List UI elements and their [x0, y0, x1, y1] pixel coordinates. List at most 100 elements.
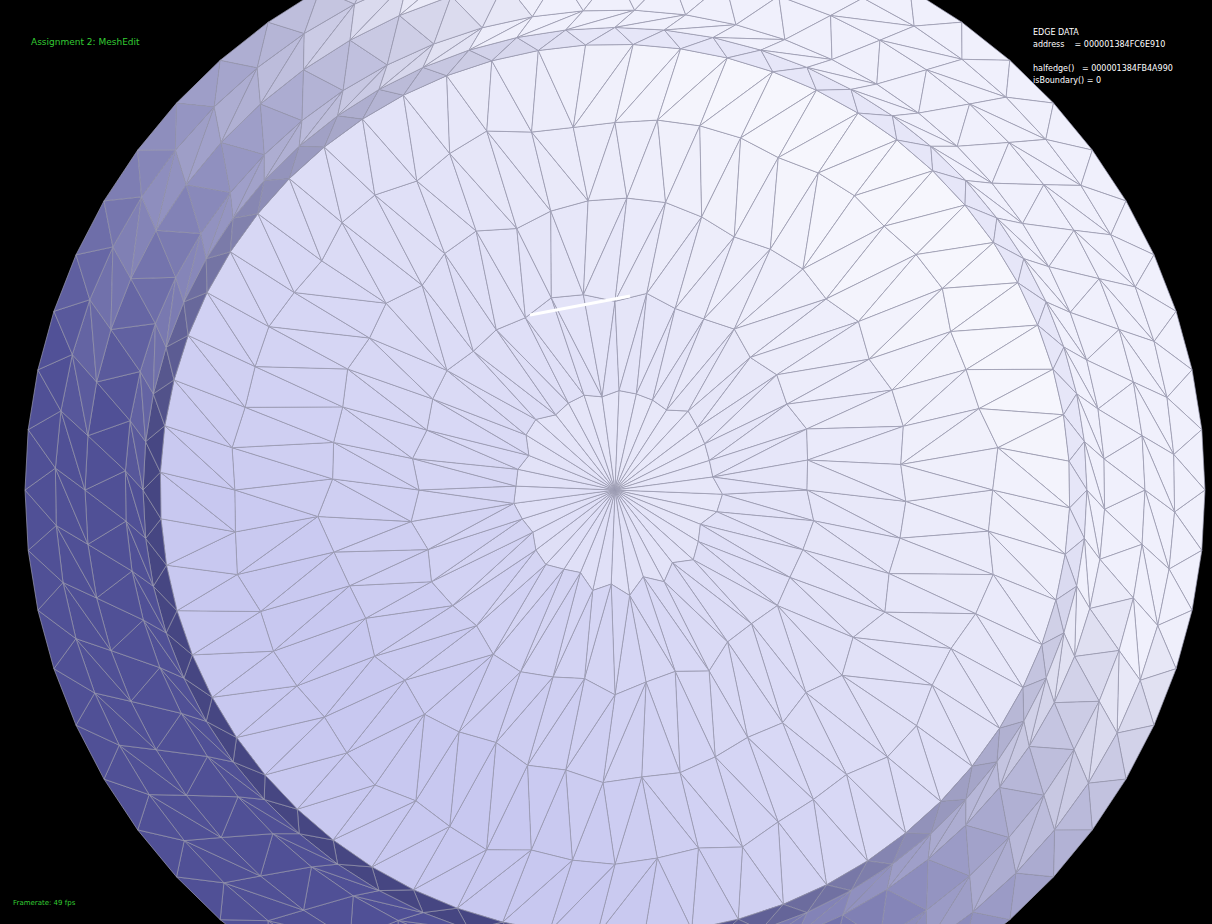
mesh-face[interactable] — [808, 460, 906, 501]
mesh-face[interactable] — [910, 0, 962, 26]
mesh-face[interactable] — [1088, 779, 1126, 830]
mesh-face[interactable] — [642, 682, 680, 777]
mesh-face[interactable] — [76, 247, 113, 300]
mesh-face[interactable] — [138, 150, 176, 197]
mesh-face[interactable] — [232, 442, 334, 479]
mesh-face[interactable] — [973, 873, 1016, 920]
mesh-face[interactable] — [897, 140, 933, 171]
mesh-face[interactable] — [1010, 873, 1054, 920]
mesh-face[interactable] — [843, 890, 887, 924]
mesh-face[interactable] — [941, 766, 972, 801]
mesh-face[interactable] — [1084, 442, 1104, 510]
mesh-face[interactable] — [962, 59, 1010, 97]
mesh-face[interactable] — [635, 0, 686, 15]
mesh-face[interactable] — [692, 919, 739, 924]
mesh-face[interactable] — [875, 910, 926, 924]
mesh-face[interactable] — [304, 0, 354, 34]
mesh-face[interactable] — [492, 51, 539, 133]
mesh-face[interactable] — [1174, 455, 1205, 512]
mesh-face[interactable] — [1104, 459, 1145, 509]
mesh-face[interactable] — [914, 22, 962, 59]
mesh-face[interactable] — [297, 809, 333, 840]
mesh-face[interactable] — [736, 0, 785, 40]
mesh-face[interactable] — [156, 230, 201, 277]
mesh-face[interactable] — [333, 840, 372, 867]
mesh-face[interactable] — [1016, 830, 1055, 877]
mesh-face[interactable] — [177, 841, 224, 883]
mesh-face[interactable] — [993, 448, 1070, 508]
mesh-face[interactable] — [692, 848, 739, 924]
mesh-face[interactable] — [230, 214, 258, 252]
mesh-face[interactable] — [926, 876, 970, 924]
mesh-face[interactable] — [1142, 436, 1175, 512]
mesh-face[interactable] — [615, 477, 723, 494]
mesh-face[interactable] — [808, 426, 904, 464]
mesh-face[interactable] — [875, 910, 926, 924]
mesh-face[interactable] — [748, 913, 807, 924]
mesh-face[interactable] — [807, 390, 904, 429]
mesh-face[interactable] — [748, 913, 807, 924]
mesh-face[interactable] — [901, 465, 993, 502]
mesh-face[interactable] — [738, 904, 783, 924]
mesh-face[interactable] — [885, 574, 976, 614]
mesh-face[interactable] — [355, 0, 408, 4]
mesh-face[interactable] — [702, 138, 741, 237]
mesh-face[interactable] — [258, 179, 289, 214]
mesh-face[interactable] — [962, 22, 1010, 60]
mesh-face[interactable] — [177, 60, 221, 107]
mesh-face[interactable] — [1142, 436, 1175, 512]
mesh-face[interactable] — [686, 0, 736, 25]
mesh-face[interactable] — [503, 922, 550, 924]
mesh-face[interactable] — [214, 60, 257, 107]
mesh-face[interactable] — [1054, 657, 1099, 703]
mesh-face[interactable] — [399, 0, 463, 16]
mesh-face[interactable] — [666, 126, 702, 217]
mesh-face[interactable] — [350, 0, 408, 40]
selected-edge[interactable] — [530, 296, 630, 315]
mesh-face[interactable] — [1029, 703, 1074, 750]
mesh-face[interactable] — [532, 0, 583, 17]
mesh-face[interactable] — [186, 185, 230, 234]
mesh-face[interactable] — [1055, 783, 1093, 830]
mesh-face[interactable] — [1084, 442, 1104, 510]
mesh-face[interactable] — [1117, 680, 1154, 733]
mesh-face[interactable] — [858, 113, 897, 140]
mesh-face[interactable] — [176, 103, 215, 150]
mesh-face[interactable] — [926, 912, 973, 924]
mesh-face[interactable] — [245, 407, 343, 443]
mesh-face[interactable] — [268, 921, 316, 924]
mesh-face[interactable] — [877, 70, 927, 113]
mesh-face[interactable] — [972, 728, 1000, 766]
mesh-face[interactable] — [350, 896, 398, 924]
mesh-face[interactable] — [889, 538, 993, 574]
mesh-render[interactable] — [0, 0, 1212, 924]
mesh-face[interactable] — [1069, 461, 1087, 508]
mesh-face[interactable] — [255, 367, 348, 407]
mesh-face[interactable] — [807, 460, 906, 501]
mesh-face[interactable] — [398, 921, 445, 924]
mesh-face[interactable] — [304, 867, 354, 910]
mesh-face[interactable] — [713, 477, 807, 494]
mesh-face[interactable] — [528, 765, 566, 850]
mesh-face[interactable] — [138, 103, 177, 150]
mesh-face[interactable] — [111, 324, 155, 372]
mesh-face[interactable] — [131, 277, 176, 323]
mesh-face[interactable] — [399, 0, 463, 16]
mesh-face[interactable] — [1054, 830, 1093, 877]
mesh-face[interactable] — [1075, 609, 1120, 657]
mesh-face[interactable] — [1006, 97, 1053, 139]
mesh-face[interactable] — [334, 550, 428, 586]
mesh-face[interactable] — [785, 16, 832, 60]
mesh-face[interactable] — [551, 201, 588, 295]
mesh-face[interactable] — [796, 915, 843, 924]
mesh-face[interactable] — [104, 150, 142, 201]
mesh-face[interactable] — [926, 876, 973, 924]
mesh-face[interactable] — [220, 883, 268, 921]
mesh-face[interactable] — [583, 0, 634, 11]
mesh-face[interactable] — [863, 0, 914, 26]
mesh-face[interactable] — [1088, 733, 1126, 783]
mesh-face[interactable] — [177, 877, 224, 920]
viewport[interactable]: Assignment 2: MeshEdit EDGE DATAaddress … — [0, 0, 1212, 924]
mesh-face[interactable] — [104, 197, 142, 247]
mesh-face[interactable] — [675, 671, 715, 772]
